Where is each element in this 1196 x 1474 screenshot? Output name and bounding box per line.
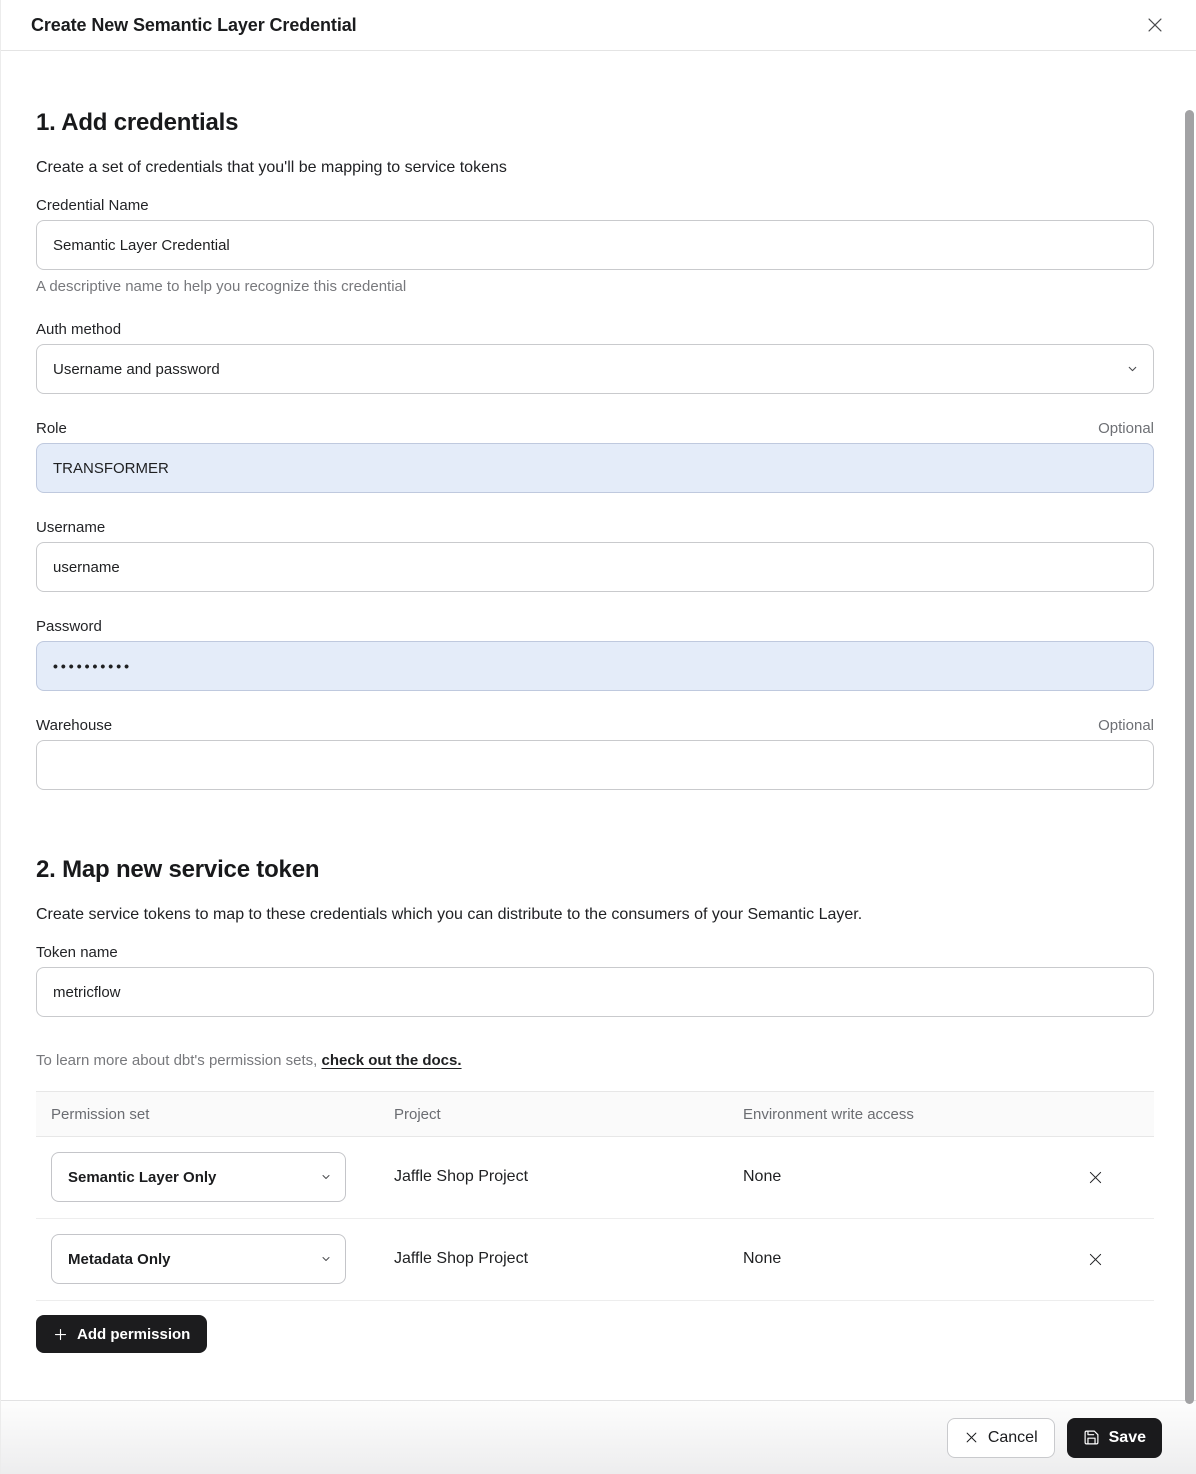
token-name-input[interactable] <box>36 967 1154 1017</box>
section2-heading: 2. Map new service token <box>36 856 1154 884</box>
docs-note-text: To learn more about dbt's permission set… <box>36 1052 322 1069</box>
chevron-down-icon <box>320 1253 332 1265</box>
username-label: Username <box>36 519 105 536</box>
column-header-project: Project <box>379 1106 728 1123</box>
token-name-group: Token name <box>36 944 1154 1017</box>
auth-method-label: Auth method <box>36 321 121 338</box>
table-row: Metadata Only Jaffle Shop Project None <box>36 1219 1154 1301</box>
warehouse-label: Warehouse <box>36 717 112 734</box>
x-icon <box>1086 1250 1105 1269</box>
floppy-disk-icon <box>1083 1429 1100 1446</box>
save-button[interactable]: Save <box>1067 1418 1162 1458</box>
warehouse-optional-tag: Optional <box>1098 717 1154 734</box>
password-label: Password <box>36 618 102 635</box>
credential-name-group: Credential Name A descriptive name to he… <box>36 197 1154 295</box>
credential-name-helper: A descriptive name to help you recognize… <box>36 278 1154 295</box>
column-header-permission-set: Permission set <box>36 1106 379 1123</box>
plus-icon <box>53 1327 68 1342</box>
project-cell: Jaffle Shop Project <box>379 1168 728 1186</box>
table-row: Semantic Layer Only Jaffle Shop Project … <box>36 1137 1154 1219</box>
docs-link[interactable]: check out the docs. <box>322 1052 462 1069</box>
add-permission-label: Add permission <box>77 1326 190 1343</box>
modal-footer: Cancel Save <box>1 1400 1196 1474</box>
auth-method-select[interactable]: Username and password <box>36 344 1154 394</box>
chevron-down-icon <box>320 1171 332 1183</box>
section1-description: Create a set of credentials that you'll … <box>36 159 1154 177</box>
permission-set-select[interactable]: Semantic Layer Only <box>51 1152 346 1202</box>
role-optional-tag: Optional <box>1098 420 1154 437</box>
modal-body: 1. Add credentials Create a set of crede… <box>1 51 1196 1353</box>
permission-set-select[interactable]: Metadata Only <box>51 1234 346 1284</box>
chevron-down-icon <box>1126 363 1139 376</box>
remove-permission-button[interactable] <box>1082 1246 1109 1273</box>
permission-set-value: Metadata Only <box>68 1251 171 1268</box>
section-map-service-token: 2. Map new service token Create service … <box>36 856 1154 1353</box>
docs-note: To learn more about dbt's permission set… <box>36 1052 1154 1069</box>
token-name-label: Token name <box>36 944 118 961</box>
save-label: Save <box>1109 1429 1146 1447</box>
section1-heading: 1. Add credentials <box>36 109 1154 137</box>
scrollbar[interactable] <box>1185 110 1194 1404</box>
role-input[interactable] <box>36 443 1154 493</box>
permissions-table: Permission set Project Environment write… <box>36 1091 1154 1301</box>
remove-permission-button[interactable] <box>1082 1164 1109 1191</box>
section-add-credentials: 1. Add credentials Create a set of crede… <box>36 109 1154 790</box>
password-group: Password <box>36 618 1154 691</box>
env-write-access-cell: None <box>728 1168 1036 1186</box>
warehouse-group: Warehouse Optional <box>36 717 1154 790</box>
close-icon <box>1144 14 1166 36</box>
auth-method-group: Auth method Username and password <box>36 321 1154 394</box>
password-input[interactable] <box>36 641 1154 691</box>
credential-name-label: Credential Name <box>36 197 149 214</box>
x-icon <box>964 1430 979 1445</box>
auth-method-value: Username and password <box>53 361 220 378</box>
credential-name-input[interactable] <box>36 220 1154 270</box>
role-label: Role <box>36 420 67 437</box>
permissions-table-header: Permission set Project Environment write… <box>36 1091 1154 1137</box>
x-icon <box>1086 1168 1105 1187</box>
add-permission-button[interactable]: Add permission <box>36 1315 207 1353</box>
column-header-env-write-access: Environment write access <box>728 1106 1036 1123</box>
modal-header: Create New Semantic Layer Credential <box>1 0 1196 51</box>
username-input[interactable] <box>36 542 1154 592</box>
warehouse-input[interactable] <box>36 740 1154 790</box>
env-write-access-cell: None <box>728 1250 1036 1268</box>
permission-set-value: Semantic Layer Only <box>68 1169 216 1186</box>
create-credential-modal: Create New Semantic Layer Credential 1. … <box>0 0 1196 1474</box>
username-group: Username <box>36 519 1154 592</box>
project-cell: Jaffle Shop Project <box>379 1250 728 1268</box>
cancel-label: Cancel <box>988 1429 1038 1447</box>
section2-description: Create service tokens to map to these cr… <box>36 906 1154 924</box>
close-button[interactable] <box>1140 10 1170 40</box>
role-group: Role Optional <box>36 420 1154 493</box>
cancel-button[interactable]: Cancel <box>947 1418 1055 1458</box>
modal-title: Create New Semantic Layer Credential <box>31 15 357 36</box>
